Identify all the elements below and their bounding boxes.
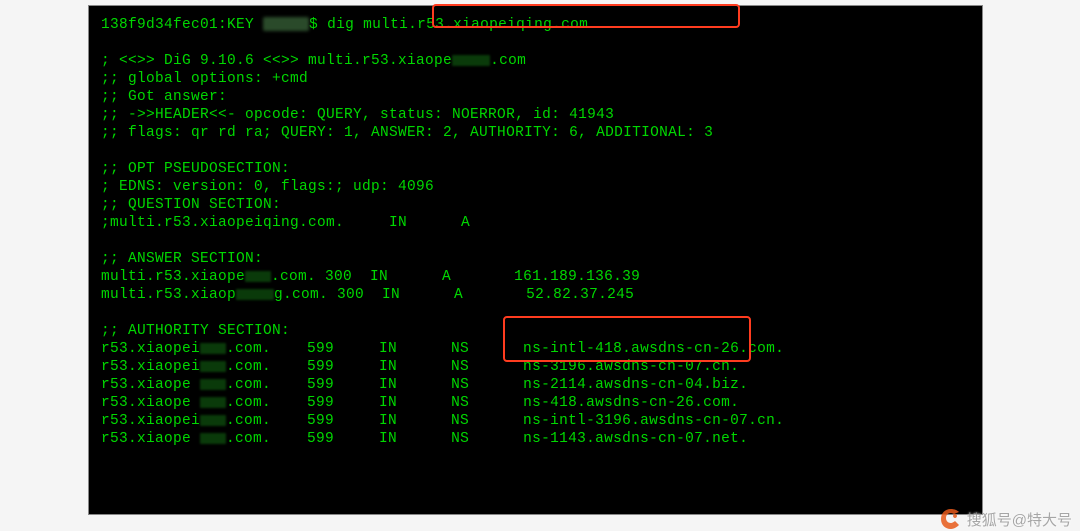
authority-row: r53.xiaopei.com. 599 IN NS ns-intl-418.a…: [101, 340, 970, 358]
censored-segment: [200, 379, 226, 390]
watermark-text: 搜狐号@特大号: [967, 509, 1072, 530]
answer-title: ;; ANSWER SECTION:: [101, 250, 970, 268]
censored-segment: [200, 361, 226, 372]
dig-header-4: ;; ->>HEADER<<- opcode: QUERY, status: N…: [101, 106, 970, 124]
prompt-dollar: $: [309, 17, 318, 33]
answer-row: multi.r53.xiaopg.com. 300 IN A 52.82.37.…: [101, 286, 970, 304]
dig-header-2: ;; global options: +cmd: [101, 70, 970, 88]
opt-line-1: ; EDNS: version: 0, flags:; udp: 4096: [101, 178, 970, 196]
censored-segment: [200, 433, 226, 444]
authority-row: r53.xiaope .com. 599 IN NS ns-2114.awsdn…: [101, 376, 970, 394]
censored-segment: [200, 343, 226, 354]
censored-segment: [236, 289, 274, 300]
terminal-window[interactable]: 138f9d34fec01:KEY $ dig multi.r53.xiaope…: [88, 5, 983, 515]
authority-title: ;; AUTHORITY SECTION:: [101, 322, 970, 340]
censored-segment: [200, 415, 226, 426]
command-text: dig multi.r53.xiaopeiqing.com: [327, 17, 588, 33]
authority-row: r53.xiaopei.com. 599 IN NS ns-intl-3196.…: [101, 412, 970, 430]
prompt-line: 138f9d34fec01:KEY $ dig multi.r53.xiaope…: [101, 16, 970, 34]
blank-line: [101, 34, 970, 52]
censored-segment: [263, 17, 309, 31]
authority-row: r53.xiaopei.com. 599 IN NS ns-3196.awsdn…: [101, 358, 970, 376]
dig-header-5: ;; flags: qr rd ra; QUERY: 1, ANSWER: 2,…: [101, 124, 970, 142]
opt-title: ;; OPT PSEUDOSECTION:: [101, 160, 970, 178]
censored-segment: [200, 397, 226, 408]
censored-segment: [245, 271, 271, 282]
blank-line: [101, 232, 970, 250]
dig-header-1: ; <<>> DiG 9.10.6 <<>> multi.r53.xiaope.…: [101, 52, 970, 70]
dig-header-3: ;; Got answer:: [101, 88, 970, 106]
blank-line: [101, 304, 970, 322]
blank-line: [101, 142, 970, 160]
question-title: ;; QUESTION SECTION:: [101, 196, 970, 214]
watermark: 搜狐号@特大号: [939, 507, 1072, 531]
prompt-hash: 138f9d34fec01:KEY: [101, 17, 254, 33]
censored-segment: [452, 55, 490, 66]
authority-row: r53.xiaope .com. 599 IN NS ns-1143.awsdn…: [101, 430, 970, 448]
authority-row: r53.xiaope .com. 599 IN NS ns-418.awsdns…: [101, 394, 970, 412]
answer-row: multi.r53.xiaope.com. 300 IN A 161.189.1…: [101, 268, 970, 286]
question-line-1: ;multi.r53.xiaopeiqing.com. IN A: [101, 214, 970, 232]
sohu-logo-icon: [939, 507, 963, 531]
